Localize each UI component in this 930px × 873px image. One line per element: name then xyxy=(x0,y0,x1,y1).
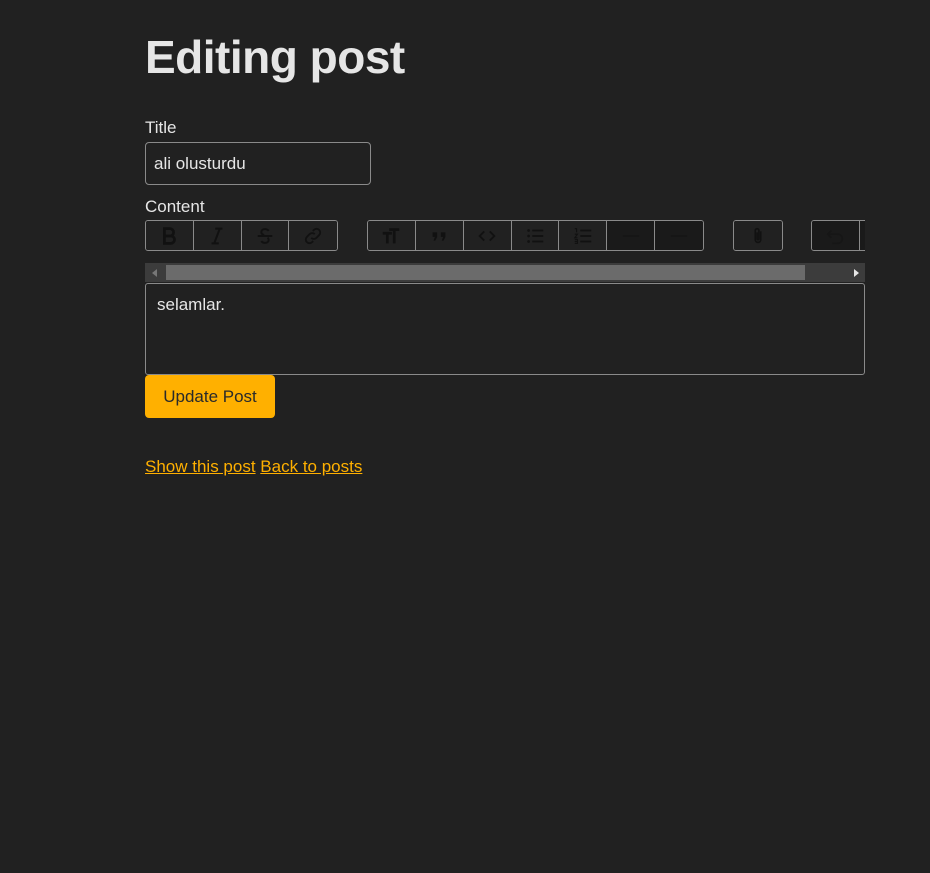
scroll-right-arrow-icon[interactable] xyxy=(846,263,865,282)
editor-toolbar xyxy=(145,219,865,263)
italic-icon xyxy=(211,227,223,244)
content-editor[interactable]: selamlar. xyxy=(145,283,865,375)
undo-icon xyxy=(826,229,844,244)
title-label: Title xyxy=(145,118,177,137)
post-links: Show this post Back to posts xyxy=(145,457,362,477)
strike-icon xyxy=(257,227,273,244)
history-tools-group xyxy=(811,220,865,251)
bullet-list-icon xyxy=(527,228,544,243)
paperclip-icon xyxy=(754,227,762,243)
title-input[interactable] xyxy=(145,142,371,185)
decrease-indent-button[interactable] xyxy=(607,221,656,250)
heading-button[interactable] xyxy=(368,221,416,250)
undo-button[interactable] xyxy=(812,221,860,250)
heading-icon xyxy=(383,227,400,243)
show-post-link[interactable]: Show this post xyxy=(145,457,256,476)
text-tools-group xyxy=(145,220,338,251)
decrease-indent-icon xyxy=(622,234,639,237)
back-to-posts-link[interactable]: Back to posts xyxy=(260,457,362,476)
code-icon xyxy=(478,230,496,241)
bold-icon xyxy=(163,226,177,245)
redo-button[interactable] xyxy=(859,221,865,250)
scrollbar-thumb[interactable] xyxy=(166,265,805,280)
strike-button[interactable] xyxy=(241,221,290,250)
increase-indent-button[interactable] xyxy=(655,221,703,250)
block-tools-group xyxy=(367,220,704,251)
bold-button[interactable] xyxy=(146,221,194,250)
file-tools-group xyxy=(733,220,783,251)
link-icon xyxy=(305,227,322,244)
number-list-icon xyxy=(573,227,592,244)
scroll-left-arrow-icon[interactable] xyxy=(145,263,164,282)
bullet-list-button[interactable] xyxy=(511,221,560,250)
italic-button[interactable] xyxy=(193,221,242,250)
update-post-button[interactable]: Update Post xyxy=(145,375,275,418)
increase-indent-icon xyxy=(670,234,688,237)
link-button[interactable] xyxy=(289,221,337,250)
quote-button[interactable] xyxy=(415,221,464,250)
quote-icon xyxy=(432,231,446,241)
content-label: Content xyxy=(145,197,205,216)
page-title: Editing post xyxy=(145,31,405,83)
code-button[interactable] xyxy=(463,221,512,250)
number-list-button[interactable] xyxy=(559,221,608,250)
toolbar-horizontal-scrollbar[interactable] xyxy=(145,263,865,282)
attach-file-button[interactable] xyxy=(734,221,782,250)
